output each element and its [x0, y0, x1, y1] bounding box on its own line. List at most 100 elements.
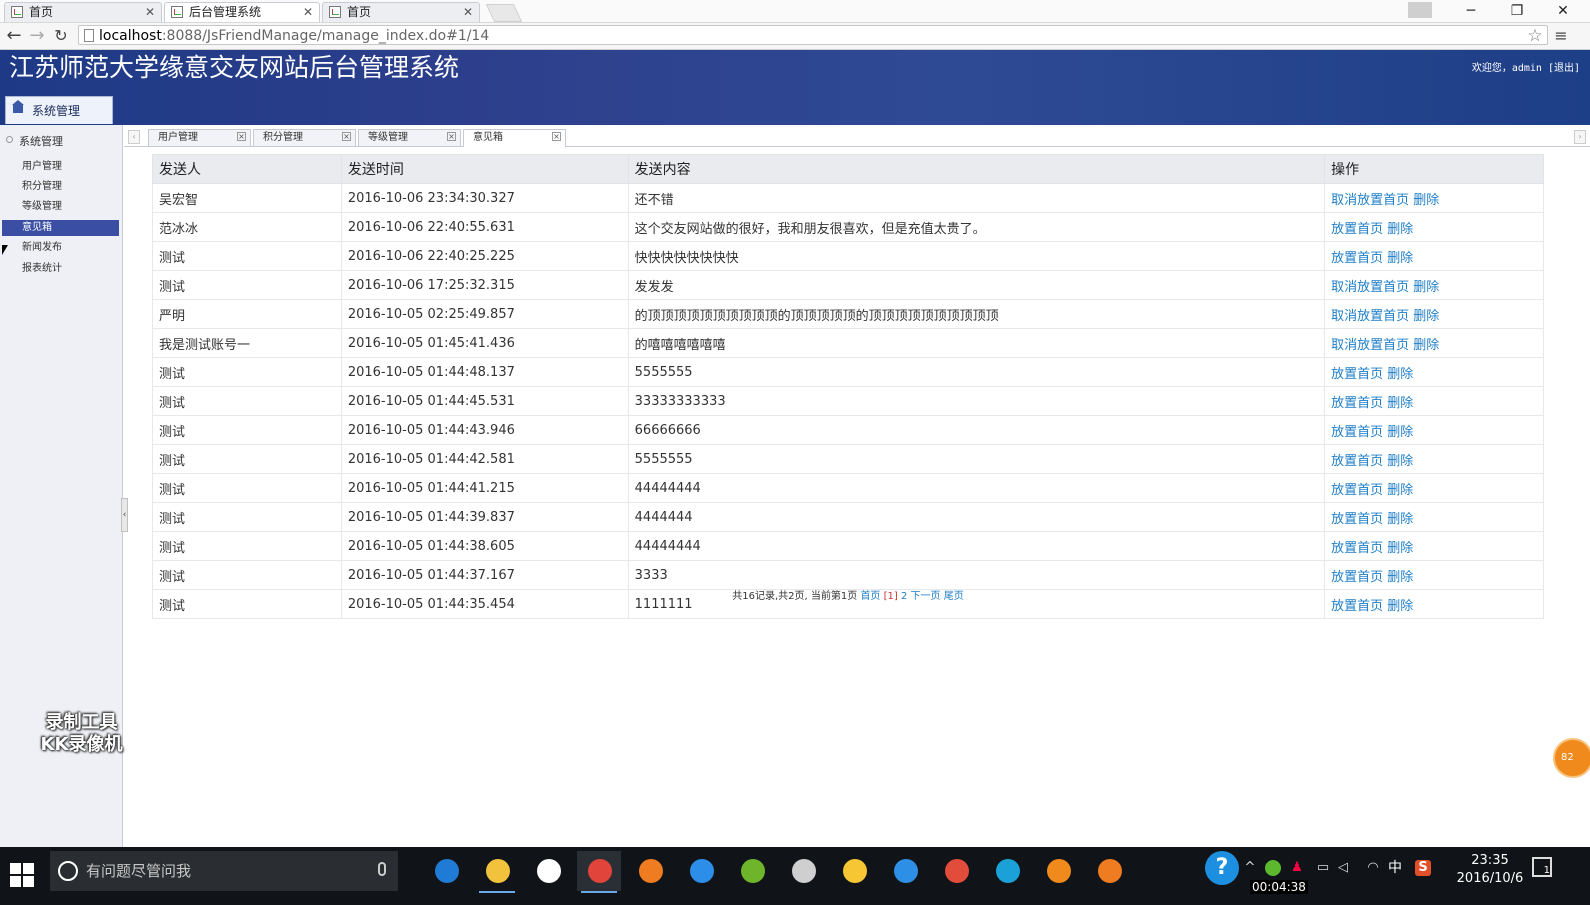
delete-link[interactable]: 删除: [1413, 338, 1439, 353]
forward-arrow-icon[interactable]: →: [26, 25, 48, 47]
sidebar-item-news[interactable]: 新闻发布: [2, 240, 119, 256]
reload-icon[interactable]: ↻: [50, 25, 72, 47]
chrome-icon[interactable]: [577, 851, 621, 893]
bookmark-star-icon[interactable]: ☆: [1524, 25, 1546, 47]
pdf-tool-icon[interactable]: [934, 851, 978, 891]
battery-icon[interactable]: ▭: [1315, 860, 1331, 876]
new-tab-button[interactable]: [485, 4, 523, 22]
sidebar-heading[interactable]: 系统管理: [6, 133, 63, 149]
tab-scroll-left-icon[interactable]: ‹: [128, 130, 140, 144]
tray-security-icon[interactable]: [1265, 860, 1281, 876]
tray-app-icon[interactable]: ♟: [1289, 860, 1305, 876]
tab-points[interactable]: 积分管理 ×: [253, 129, 356, 146]
restore-button[interactable]: ❐: [1494, 0, 1540, 22]
windows-start-icon[interactable]: [10, 863, 34, 887]
tab-close-icon[interactable]: ✕: [463, 3, 473, 22]
sidebar-item-points[interactable]: 积分管理: [2, 179, 119, 195]
delete-link[interactable]: 删除: [1413, 309, 1439, 324]
tab-levels[interactable]: 等级管理 ×: [358, 129, 461, 146]
firefox-icon[interactable]: [628, 851, 672, 891]
sidebar-item-users[interactable]: 用户管理: [2, 159, 119, 175]
pin-homepage-link[interactable]: 放置首页: [1331, 367, 1383, 382]
delete-link[interactable]: 删除: [1413, 193, 1439, 208]
tab-close-icon[interactable]: ×: [237, 132, 246, 141]
help-question-icon[interactable]: ?: [1205, 851, 1239, 885]
qq-icon[interactable]: [832, 851, 876, 891]
kk-recorder-icon[interactable]: [985, 851, 1029, 891]
settings-gear-icon[interactable]: [781, 851, 825, 891]
pin-homepage-link[interactable]: 放置首页: [1331, 454, 1383, 469]
next-page-link[interactable]: 下一页: [911, 591, 941, 602]
wifi-icon[interactable]: ◠: [1365, 860, 1381, 876]
tab-close-icon[interactable]: ×: [342, 132, 351, 141]
clock-time[interactable]: 23:35: [1460, 853, 1520, 868]
ime-language-indicator[interactable]: 中: [1387, 860, 1403, 876]
firefox-icon[interactable]: [1087, 851, 1131, 891]
delete-link[interactable]: 删除: [1387, 367, 1413, 382]
sogou-browser-icon[interactable]: [679, 851, 723, 891]
tab-close-icon[interactable]: ✕: [145, 3, 155, 22]
pin-homepage-link[interactable]: 放置首页: [1331, 251, 1383, 266]
tab-close-icon[interactable]: ×: [447, 132, 456, 141]
floating-badge[interactable]: 82: [1553, 738, 1590, 778]
unpin-homepage-link[interactable]: 取消放置首页: [1331, 280, 1409, 295]
delete-link[interactable]: 删除: [1387, 425, 1413, 440]
page-2-link[interactable]: 2: [901, 591, 907, 602]
pin-homepage-link[interactable]: 放置首页: [1331, 483, 1383, 498]
delete-link[interactable]: 删除: [1387, 541, 1413, 556]
close-window-button[interactable]: ✕: [1540, 0, 1586, 22]
delete-link[interactable]: 删除: [1413, 280, 1439, 295]
delete-link[interactable]: 删除: [1387, 251, 1413, 266]
delete-link[interactable]: 删除: [1387, 454, 1413, 469]
delete-link[interactable]: 删除: [1387, 222, 1413, 237]
sidebar-item-reports[interactable]: 报表统计: [2, 261, 119, 277]
cortana-search-box[interactable]: 有问题尽管问我: [50, 851, 398, 891]
last-page-link[interactable]: 尾页: [944, 591, 964, 602]
pin-homepage-link[interactable]: 放置首页: [1331, 222, 1383, 237]
pin-homepage-link[interactable]: 放置首页: [1331, 396, 1383, 411]
unpin-homepage-link[interactable]: 取消放置首页: [1331, 338, 1409, 353]
edge-icon[interactable]: [424, 851, 468, 891]
unpin-homepage-link[interactable]: 取消放置首页: [1331, 193, 1409, 208]
volume-icon[interactable]: ◁: [1335, 860, 1351, 876]
pin-homepage-link[interactable]: 放置首页: [1331, 570, 1383, 585]
store-icon[interactable]: [526, 851, 570, 891]
action-center-icon[interactable]: 1: [1532, 857, 1552, 877]
delete-link[interactable]: 删除: [1387, 570, 1413, 585]
delete-link[interactable]: 删除: [1387, 396, 1413, 411]
sogou-input-icon[interactable]: S: [1415, 860, 1431, 876]
sidebar-collapse-handle[interactable]: ‹: [121, 498, 128, 532]
tab-feedback[interactable]: 意见箱 ×: [463, 129, 566, 147]
welcome-logout-link[interactable]: 欢迎您，admin [退出]: [1472, 59, 1580, 74]
back-arrow-icon[interactable]: ←: [3, 25, 25, 47]
delete-link[interactable]: 删除: [1387, 483, 1413, 498]
pin-homepage-link[interactable]: 放置首页: [1331, 541, 1383, 556]
sidebar-item-levels[interactable]: 等级管理: [2, 199, 119, 215]
delete-link[interactable]: 删除: [1387, 512, 1413, 527]
pin-homepage-link[interactable]: 放置首页: [1331, 512, 1383, 527]
browser-tab-2[interactable]: 后台管理系统 ✕: [164, 2, 320, 22]
sunglasses-app-icon[interactable]: [1036, 851, 1080, 891]
clock-date[interactable]: 2016/10/6: [1445, 871, 1535, 886]
spring-tool-icon[interactable]: [730, 851, 774, 891]
system-management-tab[interactable]: 系统管理: [5, 96, 113, 124]
tab-close-icon[interactable]: ✕: [303, 3, 313, 22]
url-input[interactable]: localhost:8088/JsFriendManage/manage_ind…: [78, 25, 1548, 45]
browser-menu-icon[interactable]: ≡: [1550, 25, 1572, 47]
user-profile-icon[interactable]: [1408, 2, 1432, 18]
first-page-link[interactable]: 首页: [860, 591, 880, 602]
tray-expand-chevron-icon[interactable]: ^: [1242, 860, 1258, 876]
tab-scroll-right-icon[interactable]: ›: [1574, 130, 1586, 144]
microphone-icon[interactable]: [378, 862, 386, 876]
tab-close-icon[interactable]: ×: [552, 132, 561, 141]
tab-users[interactable]: 用户管理 ×: [148, 129, 251, 146]
pin-homepage-link[interactable]: 放置首页: [1331, 425, 1383, 440]
browser-tab-1[interactable]: 首页 ✕: [4, 2, 162, 22]
minimize-button[interactable]: ─: [1448, 0, 1494, 22]
browser-tab-3[interactable]: 首页 ✕: [322, 2, 480, 22]
page-info-icon[interactable]: [84, 29, 94, 42]
unpin-homepage-link[interactable]: 取消放置首页: [1331, 309, 1409, 324]
file-explorer-icon[interactable]: [475, 851, 519, 893]
wps-writer-icon[interactable]: [883, 851, 927, 891]
sidebar-item-feedback[interactable]: 意见箱: [2, 220, 119, 236]
